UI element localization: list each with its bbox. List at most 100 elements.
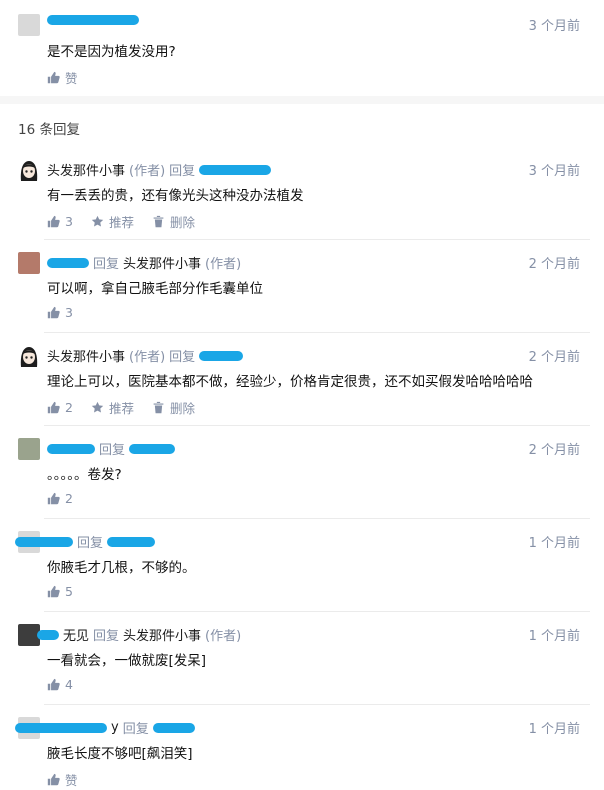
reply-text: 腋毛长度不够吧[飙泪笑]	[47, 746, 193, 762]
trash-icon	[153, 401, 164, 414]
reply-meta: y 回复	[15, 718, 195, 737]
reply-word: 回复	[77, 536, 104, 551]
author-name[interactable]: y	[111, 720, 119, 735]
reply-time: 2 个月前	[528, 350, 580, 365]
reply-item: 回复 头发那件小事 (作者) 2 个月前 可以啊，拿自己腋毛部分作毛囊单位 3	[0, 248, 604, 333]
like-count: 2	[65, 400, 73, 415]
reply-text: 有一丢丢的贵，还有像光头这种没办法植发	[47, 188, 304, 204]
like-button[interactable]: 赞	[47, 68, 78, 87]
thumbs-up-icon	[47, 492, 60, 505]
reply-item: 无见 回复 头发那件小事 (作者) 1 个月前 一看就会，一做就废[发呆] 4	[0, 620, 604, 705]
like-button[interactable]: 3	[47, 214, 73, 229]
reply-word: 回复	[99, 443, 126, 458]
reply-item: 回复 2 个月前 。。。。。卷发? 2	[0, 434, 604, 519]
recommend-button[interactable]: 推荐	[91, 398, 134, 417]
reply-word: 回复	[169, 350, 196, 365]
like-button[interactable]: 3	[47, 305, 73, 320]
redacted-username	[47, 257, 89, 268]
author-tag: (作者)	[129, 350, 166, 365]
star-icon	[91, 215, 104, 227]
thumbs-up-icon	[47, 773, 60, 786]
section-divider	[0, 96, 604, 104]
delete-button[interactable]: 删除	[152, 212, 195, 231]
reply-time: 1 个月前	[528, 722, 580, 737]
redacted-username	[107, 536, 156, 547]
target-tag: (作者)	[205, 629, 242, 644]
recommend-label: 推荐	[108, 215, 134, 230]
delete-button[interactable]: 删除	[152, 398, 195, 417]
comment-meta	[47, 15, 139, 25]
redacted-username	[15, 722, 107, 733]
redacted-username	[37, 629, 59, 640]
reply-actions: 赞	[47, 770, 78, 789]
reply-meta: 头发那件小事 (作者) 回复	[47, 160, 272, 179]
reply-actions: 2	[47, 491, 73, 506]
author-name[interactable]: 无见	[63, 625, 89, 644]
redacted-username	[129, 443, 176, 454]
reply-item: 回复 1 个月前 你腋毛才几根，不够的。 5	[0, 527, 604, 612]
reply-text: 可以啊，拿自己腋毛部分作毛囊单位	[47, 281, 263, 297]
reply-actions: 2 推荐 删除	[47, 398, 195, 417]
reply-meta: 无见 回复 头发那件小事 (作者)	[37, 625, 242, 644]
like-button[interactable]: 赞	[47, 770, 78, 789]
like-label: 赞	[65, 71, 78, 86]
reply-meta: 头发那件小事 (作者) 回复	[47, 346, 244, 365]
reply-count: 16 条回复	[18, 122, 80, 138]
reply-item: y 回复 1 个月前 腋毛长度不够吧[飙泪笑] 赞	[0, 713, 604, 790]
reply-time: 1 个月前	[528, 536, 580, 551]
anime-avatar-icon	[20, 161, 38, 181]
redacted-username	[47, 443, 95, 454]
avatar[interactable]	[18, 438, 40, 460]
reply-text: 。。。。。卷发?	[47, 467, 122, 483]
comment-actions: 赞	[47, 68, 78, 87]
avatar[interactable]	[18, 345, 40, 367]
avatar[interactable]	[18, 159, 40, 181]
avatar[interactable]	[18, 252, 40, 274]
like-count: 4	[65, 677, 73, 692]
target-name[interactable]: 头发那件小事	[123, 625, 201, 644]
reply-time: 1 个月前	[528, 629, 580, 644]
reply-meta: 回复	[47, 439, 176, 458]
reply-actions: 3	[47, 305, 73, 320]
author-name[interactable]: 头发那件小事	[47, 346, 125, 365]
thumbs-up-icon	[47, 215, 60, 228]
thumbs-up-icon	[47, 678, 60, 691]
thumbs-up-icon	[47, 401, 60, 414]
reply-actions: 5	[47, 584, 73, 599]
row-divider	[44, 611, 590, 612]
anime-avatar-icon	[20, 347, 38, 367]
thumbs-up-icon	[47, 585, 60, 598]
like-button[interactable]: 2	[47, 491, 73, 506]
avatar[interactable]	[18, 14, 40, 36]
redacted-username	[47, 15, 139, 25]
like-count: 3	[65, 305, 73, 320]
reply-text: 你腋毛才几根，不够的。	[47, 560, 196, 576]
redacted-username	[199, 350, 244, 361]
recommend-label: 推荐	[108, 401, 134, 416]
author-tag: (作者)	[129, 164, 166, 179]
like-count: 3	[65, 214, 73, 229]
comment-text: 是不是因为植发没用?	[47, 44, 176, 60]
row-divider	[44, 332, 590, 333]
delete-label: 删除	[169, 401, 195, 416]
like-button[interactable]: 4	[47, 677, 73, 692]
reply-item: 头发那件小事 (作者) 回复 3 个月前 有一丢丢的贵，还有像光头这种没办法植发…	[0, 155, 604, 240]
reply-meta: 回复	[15, 532, 156, 551]
reply-meta: 回复 头发那件小事 (作者)	[47, 253, 241, 272]
row-divider	[44, 518, 590, 519]
like-count: 2	[65, 491, 73, 506]
target-name[interactable]: 头发那件小事	[123, 253, 201, 272]
reply-actions: 3 推荐 删除	[47, 212, 195, 231]
like-button[interactable]: 5	[47, 584, 73, 599]
author-name[interactable]: 头发那件小事	[47, 160, 125, 179]
delete-label: 删除	[169, 215, 195, 230]
reply-time: 2 个月前	[528, 257, 580, 272]
reply-time: 3 个月前	[528, 164, 580, 179]
like-button[interactable]: 2	[47, 400, 73, 415]
reply-item: 头发那件小事 (作者) 回复 2 个月前 理论上可以，医院基本都不做，经验少，价…	[0, 341, 604, 426]
row-divider	[44, 425, 590, 426]
reply-word: 回复	[122, 722, 149, 737]
star-icon	[91, 401, 104, 413]
target-tag: (作者)	[205, 257, 242, 272]
recommend-button[interactable]: 推荐	[91, 212, 134, 231]
